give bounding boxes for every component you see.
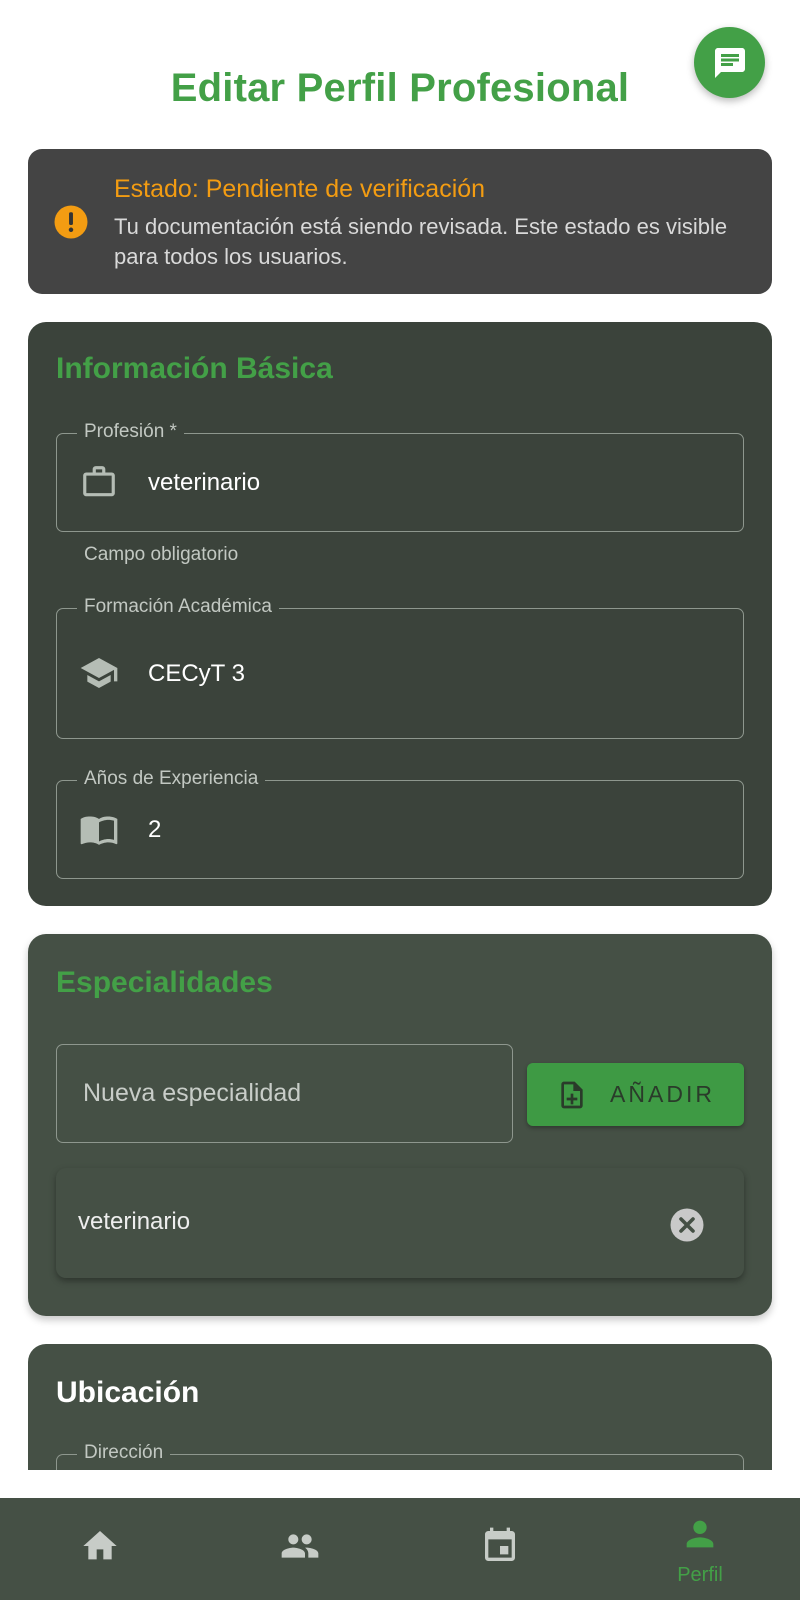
experience-field[interactable]: Años de Experiencia 2 [56, 768, 744, 879]
remove-specialty-icon[interactable] [669, 1207, 705, 1243]
bottom-navigation: Perfil [0, 1498, 800, 1600]
education-label: Formación Académica [77, 596, 279, 618]
calendar-icon [485, 1527, 515, 1561]
nav-item-calendar[interactable] [400, 1498, 600, 1600]
verification-status-card: Estado: Pendiente de verificación Tu doc… [28, 149, 772, 294]
basic-info-title: Información Básica [56, 352, 333, 385]
location-card: Ubicación Dirección [28, 1344, 772, 1514]
new-specialty-field[interactable] [56, 1044, 513, 1143]
profession-label: Profesión * [77, 421, 184, 443]
add-specialty-label: AÑADIR [610, 1081, 715, 1107]
education-value: CECyT 3 [148, 660, 245, 687]
specialties-title: Especialidades [56, 966, 273, 999]
new-specialty-input[interactable] [83, 1075, 493, 1111]
home-icon [83, 1531, 117, 1560]
book-icon [79, 809, 119, 849]
chat-icon [714, 47, 745, 78]
profession-field[interactable]: Profesión * veterinario [56, 421, 744, 532]
location-title: Ubicación [56, 1376, 200, 1409]
briefcase-icon [79, 462, 119, 502]
nav-profile-label: Perfil [677, 1564, 723, 1586]
specialty-item-label: veterinario [78, 1208, 191, 1235]
nav-item-home[interactable] [0, 1498, 200, 1600]
status-title: Estado: Pendiente de verificación [114, 175, 486, 203]
person-icon [686, 1520, 714, 1548]
status-message: Tu documentación está siendo revisada. E… [114, 214, 728, 269]
education-field[interactable]: Formación Académica CECyT 3 [56, 596, 744, 739]
content-bottom-edge [0, 1470, 800, 1498]
specialty-item: veterinario [56, 1168, 744, 1278]
add-specialty-button[interactable]: AÑADIR [527, 1063, 744, 1126]
nav-item-people[interactable] [200, 1498, 400, 1600]
profession-helper-text: Campo obligatorio [84, 544, 239, 565]
page-title: Editar Perfil Profesional [170, 66, 630, 110]
experience-label: Años de Experiencia [77, 768, 266, 790]
graduation-cap-icon [79, 653, 119, 693]
chat-button[interactable] [694, 27, 765, 98]
address-label: Dirección [77, 1442, 171, 1464]
warning-icon [54, 205, 88, 239]
experience-value: 2 [148, 816, 162, 843]
specialties-card: Especialidades AÑADIR veterinario [28, 934, 772, 1316]
add-document-icon [561, 1081, 583, 1108]
basic-info-card: Información Básica Profesión * veterinar… [28, 322, 772, 906]
people-icon [281, 1534, 319, 1558]
profession-value: veterinario [148, 469, 261, 496]
nav-item-profile[interactable]: Perfil [600, 1498, 800, 1600]
